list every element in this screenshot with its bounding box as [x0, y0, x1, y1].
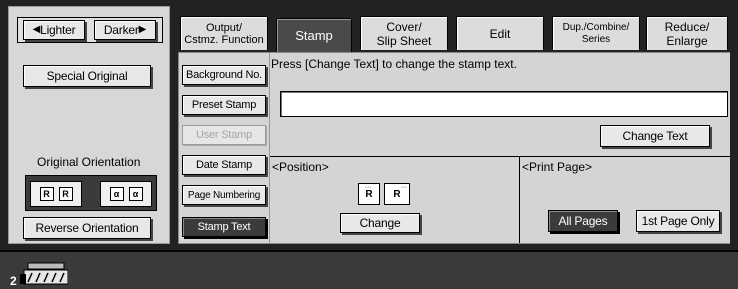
dots-icon: ⋯	[365, 185, 371, 191]
dots-icon: ⋯	[401, 185, 407, 191]
all-pages-button[interactable]: All Pages	[548, 210, 618, 232]
stamp-text-field[interactable]	[280, 91, 728, 117]
page-numbering-button[interactable]: Page Numbering	[182, 185, 266, 205]
lighter-label: Lighter	[40, 23, 76, 37]
tab-label-line1: Edit	[489, 26, 511, 41]
darker-label: Darker	[103, 23, 139, 37]
print-page-label: <Print Page>	[522, 160, 593, 174]
background-numbering-button[interactable]: Background No.	[182, 65, 266, 85]
left-panel: ◀ Lighter Darker ▶ Special Original Orig…	[8, 6, 170, 244]
special-original-button[interactable]: Special Original	[23, 65, 151, 87]
orientation-option-upright[interactable]: R R	[30, 181, 82, 207]
first-page-only-button[interactable]: 1st Page Only	[636, 210, 720, 232]
stamp-text-content: Press [Change Text] to change the stamp …	[269, 53, 731, 243]
tab-stamp[interactable]: Stamp	[276, 18, 352, 52]
tab-cover-slip-sheet[interactable]: Cover/ Slip Sheet	[360, 16, 448, 50]
tab-label-line1: Stamp	[295, 27, 333, 43]
lighter-button[interactable]: ◀ Lighter	[23, 20, 85, 40]
copier-screen: ◀ Lighter Darker ▶ Special Original Orig…	[0, 0, 738, 289]
density-group: ◀ Lighter Darker ▶	[17, 17, 163, 43]
position-preview-icon: ⋯ R	[384, 183, 410, 205]
tab-edit[interactable]: Edit	[456, 16, 544, 50]
date-stamp-button[interactable]: Date Stamp	[182, 155, 266, 175]
reverse-orientation-button[interactable]: Reverse Orientation	[23, 217, 151, 239]
arrow-left-icon: ◀	[32, 24, 41, 35]
upright-r-icon: R	[58, 187, 73, 201]
position-preview-icon: ⋯ R	[358, 183, 380, 205]
user-stamp-button[interactable]: User Stamp	[182, 125, 266, 145]
tab-label-line1: Output/	[205, 21, 243, 34]
rotated-doc-icon: α	[128, 187, 143, 201]
upright-r-icon: R	[39, 187, 54, 201]
tab-label-line1: Dup./Combine/	[562, 21, 630, 33]
original-orientation-label: Original Orientation	[37, 155, 141, 169]
position-label: <Position>	[272, 160, 329, 174]
change-text-button[interactable]: Change Text	[600, 125, 710, 147]
tab-reduce-enlarge[interactable]: Reduce/ Enlarge	[646, 16, 728, 50]
position-section: <Position> ⋯ R ⋯ R Change	[270, 156, 520, 243]
tray-number: 2	[10, 274, 17, 288]
stamp-panel: Background No. Preset Stamp User Stamp D…	[178, 52, 731, 244]
status-bar: 2	[0, 250, 738, 289]
tab-label-line2: Cstmz. Function	[184, 33, 264, 46]
tab-label-line2: Slip Sheet	[376, 33, 432, 48]
tab-label-line2: Enlarge	[666, 33, 708, 48]
stamp-text-button[interactable]: Stamp Text	[182, 217, 266, 237]
orientation-option-rotated[interactable]: α α	[100, 181, 152, 207]
paper-tray-icon	[20, 262, 68, 285]
position-glyph: R	[393, 188, 401, 200]
orientation-selector: R R α α	[25, 175, 157, 211]
tab-label-line1: Cover/	[386, 19, 422, 34]
arrow-right-icon: ▶	[138, 24, 147, 35]
position-preview: ⋯ R ⋯ R	[358, 183, 410, 205]
print-page-section: <Print Page> All Pages 1st Page Only	[520, 156, 731, 243]
tab-output-cstmz-function[interactable]: Output/ Cstmz. Function	[180, 16, 268, 50]
preset-stamp-button[interactable]: Preset Stamp	[182, 95, 266, 115]
rotated-doc-icon: α	[109, 187, 124, 201]
tab-dup-combine-series[interactable]: Dup./Combine/ Series	[552, 16, 640, 50]
tab-label-line1: Reduce/	[664, 19, 710, 34]
tab-label-line2: Series	[581, 33, 611, 45]
darker-button[interactable]: Darker ▶	[94, 20, 156, 40]
instruction-text: Press [Change Text] to change the stamp …	[271, 57, 517, 71]
change-position-button[interactable]: Change	[340, 213, 420, 233]
